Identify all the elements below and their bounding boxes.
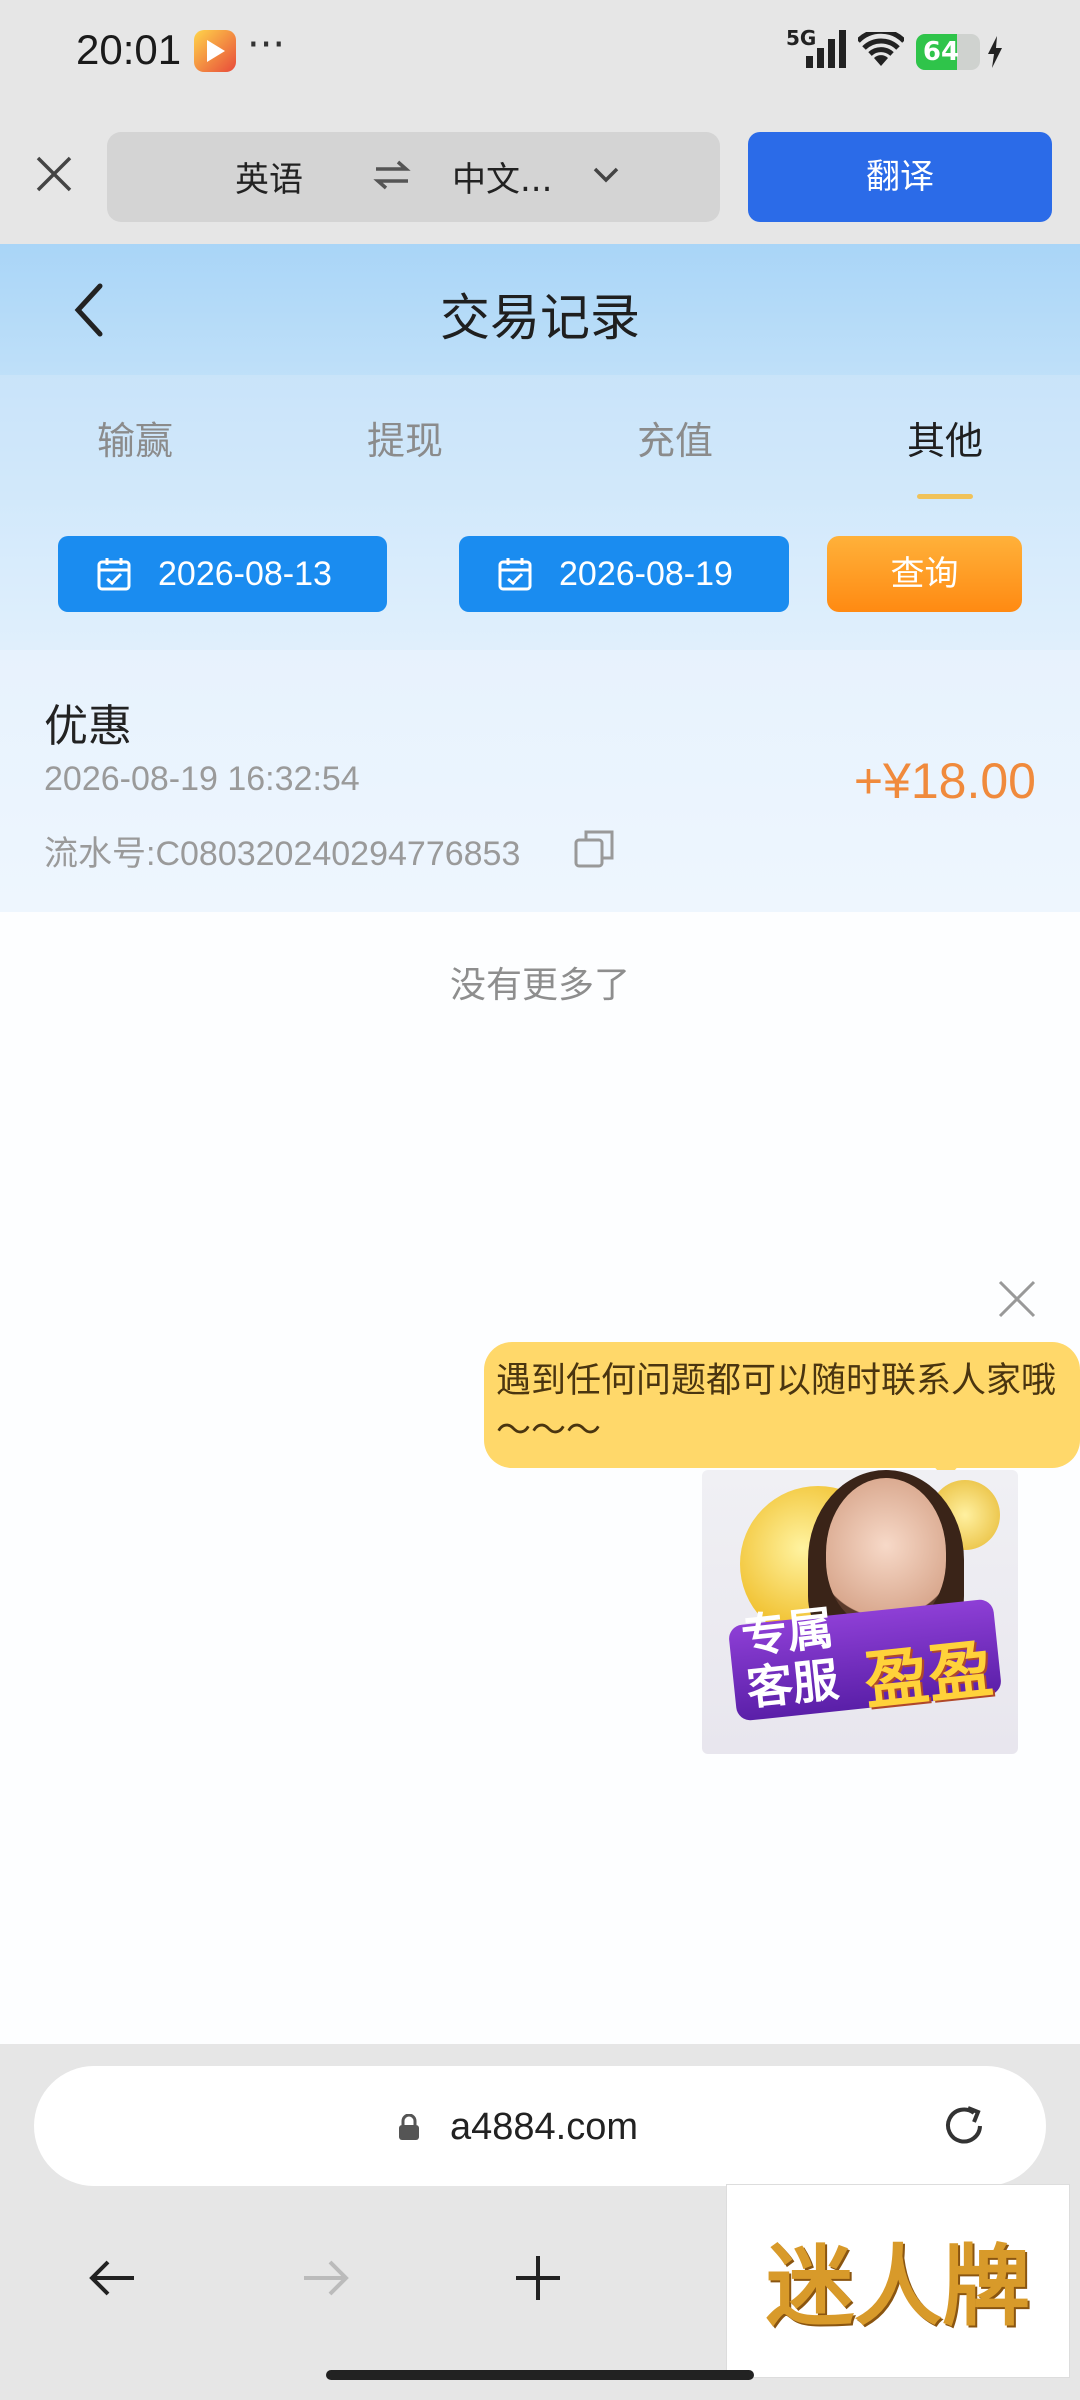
calendar-icon xyxy=(97,558,131,591)
more-notifications-icon: ··· xyxy=(247,22,286,68)
support-agent-name: 盈盈 xyxy=(861,1632,997,1720)
support-banner-label: 专属 客服 xyxy=(739,1600,842,1716)
signal-icon xyxy=(806,30,846,68)
forward-arrow-icon[interactable] xyxy=(300,2256,350,2300)
record-time: 2026-08-19 16:32:54 xyxy=(44,760,360,798)
copy-icon[interactable] xyxy=(572,828,616,870)
home-indicator[interactable] xyxy=(326,2370,754,2380)
reload-icon[interactable] xyxy=(938,2100,990,2152)
start-date-value: 2026-08-13 xyxy=(158,555,332,593)
source-language[interactable]: 英语 xyxy=(235,152,303,201)
watermark-logo-text: 迷人牌 xyxy=(765,2234,1030,2338)
url-text[interactable]: a4884.com xyxy=(450,2106,638,2149)
close-icon[interactable] xyxy=(30,150,78,198)
translate-button[interactable]: 翻译 xyxy=(748,132,1052,222)
tab-other[interactable]: 其他 xyxy=(845,410,1045,465)
active-tab-indicator xyxy=(917,494,973,499)
wifi-icon xyxy=(858,32,904,66)
record-type: 优惠 xyxy=(44,701,132,752)
start-date-picker[interactable]: 2026-08-13 xyxy=(58,536,387,612)
page-title: 交易记录 xyxy=(440,289,640,347)
charging-icon xyxy=(988,36,1002,68)
no-more-text: 没有更多了 xyxy=(449,965,630,1006)
end-date-value: 2026-08-19 xyxy=(559,555,733,593)
tab-win-loss[interactable]: 输赢 xyxy=(35,410,235,465)
tab-withdraw[interactable]: 提现 xyxy=(305,410,505,465)
record-serial-number: 流水号:C080320240294776853 xyxy=(44,835,521,873)
lock-icon xyxy=(399,2114,419,2140)
swap-languages-icon[interactable] xyxy=(372,158,412,192)
battery-icon: 64 xyxy=(916,34,980,70)
new-tab-plus-icon[interactable] xyxy=(512,2252,564,2304)
tab-deposit[interactable]: 充值 xyxy=(575,410,775,465)
support-message-bubble[interactable]: 遇到任何问题都可以随时联系人家哦～～～ xyxy=(484,1342,1080,1468)
back-arrow-icon[interactable] xyxy=(88,2256,138,2300)
status-time: 20:01 xyxy=(76,26,182,73)
query-button[interactable]: 查询 xyxy=(827,536,1022,612)
video-app-icon xyxy=(194,30,236,72)
chevron-down-icon[interactable] xyxy=(590,162,622,188)
end-date-picker[interactable]: 2026-08-19 xyxy=(459,536,789,612)
battery-level: 64 xyxy=(922,37,960,67)
close-icon[interactable] xyxy=(996,1278,1038,1320)
banner-line2: 客服 xyxy=(744,1652,842,1716)
calendar-icon xyxy=(498,558,532,591)
language-selector[interactable] xyxy=(107,132,720,222)
record-amount: +¥18.00 xyxy=(853,753,1036,809)
target-language[interactable]: 中文... xyxy=(452,152,552,201)
